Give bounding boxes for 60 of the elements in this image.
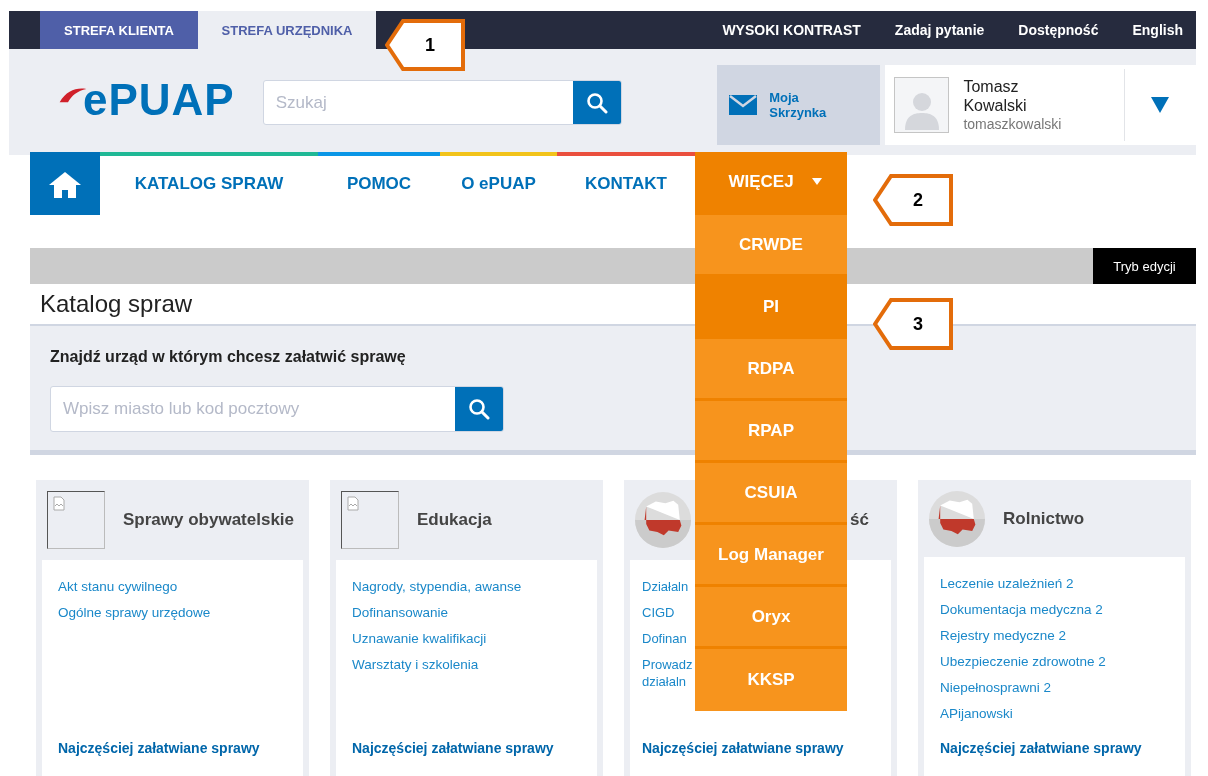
user-name: Tomasz Kowalski: [963, 77, 1028, 115]
top-link[interactable]: Zadaj pytanie: [894, 22, 985, 38]
card-title: Edukacja: [417, 510, 492, 530]
caret-icon: [811, 178, 822, 185]
popular-link[interactable]: Najczęściej załatwiane sprawy: [940, 740, 1185, 756]
card-title: Rolnictwo: [1003, 508, 1085, 529]
search-icon: [468, 398, 490, 420]
menu-item[interactable]: PI: [695, 277, 847, 339]
nav-link[interactable]: KATALOG SPRAW: [100, 152, 318, 215]
callout-marker: 3: [873, 298, 953, 350]
top-link[interactable]: WYSOKI KONTRAST: [722, 22, 861, 38]
user-login: tomaszkowalski: [963, 115, 1063, 133]
caret-icon: [1151, 97, 1170, 113]
callout-marker: 1: [385, 19, 465, 71]
category-link[interactable]: CIGD: [642, 604, 675, 621]
broken-image-icon: [347, 496, 359, 511]
zone-tab[interactable]: STREFA KLIENTA: [40, 11, 198, 49]
house-icon: [49, 169, 81, 198]
category-link[interactable]: Rejestry medyczne 2: [940, 627, 1185, 644]
card-title: Sprawy obywatelskie: [123, 510, 295, 530]
top-link[interactable]: English: [1132, 22, 1183, 38]
category-link[interactable]: Uznawanie kwalifikacji: [352, 630, 597, 647]
category-link[interactable]: Prowadz działaln: [642, 656, 693, 690]
nav-link[interactable]: POMOC: [318, 152, 440, 215]
category-link[interactable]: Działaln: [642, 578, 689, 595]
popular-link[interactable]: Najczęściej załatwiane sprawy: [58, 740, 303, 756]
search-input[interactable]: Szukaj: [263, 81, 574, 124]
category-link[interactable]: Dofinan: [642, 630, 687, 647]
mailbox-button[interactable]: Moja Skrzynka: [717, 65, 880, 145]
search-field[interactable]: Szukaj: [262, 80, 623, 125]
map-icon: [929, 490, 985, 547]
envelope-icon: [729, 95, 758, 115]
category-link[interactable]: Niepełnosprawni 2: [940, 679, 1185, 696]
category-link[interactable]: Nagrody, stypendia, awanse: [352, 578, 597, 595]
search-label: Znajdź urząd w którym chcesz załatwić sprawę: [50, 348, 407, 366]
callout-marker: 2: [873, 174, 953, 226]
category-link[interactable]: Dofinansowanie: [352, 604, 597, 621]
card-title: ść: [850, 510, 869, 530]
popular-link[interactable]: Najczęściej załatwiane sprawy: [352, 740, 597, 756]
logo[interactable]: ePUAP: [57, 78, 247, 122]
search-button[interactable]: [573, 81, 622, 124]
top-link[interactable]: Dostępność: [1018, 22, 1099, 38]
nav-link[interactable]: O ePUAP: [440, 152, 557, 215]
category-link[interactable]: Leczenie uzależnień 2: [940, 575, 1185, 592]
search-icon: [586, 91, 609, 114]
edit-mode-button[interactable]: Tryb edycji: [1093, 248, 1196, 284]
category-link[interactable]: Warsztaty i szkolenia: [352, 656, 597, 673]
popular-link[interactable]: Najczęściej załatwiane sprawy: [642, 740, 891, 756]
more-menu-button[interactable]: WIĘCEJ: [695, 152, 847, 215]
zone-tab[interactable]: STREFA URZĘDNIKA: [198, 11, 376, 49]
category-link[interactable]: Dokumentacja medyczna 2: [940, 601, 1185, 618]
mailbox-label: Moja Skrzynka: [769, 90, 828, 120]
category-link[interactable]: Ubezpieczenie zdrowotne 2: [940, 653, 1185, 670]
search-button[interactable]: [455, 387, 503, 431]
home-button[interactable]: [30, 152, 100, 215]
category-link[interactable]: APijanowski: [940, 705, 1185, 722]
category-link[interactable]: Ogólne sprawy urzędowe: [58, 604, 303, 621]
broken-image-icon: [53, 496, 65, 511]
category-link[interactable]: Akt stanu cywilnego: [58, 578, 303, 595]
map-icon: [635, 492, 691, 548]
